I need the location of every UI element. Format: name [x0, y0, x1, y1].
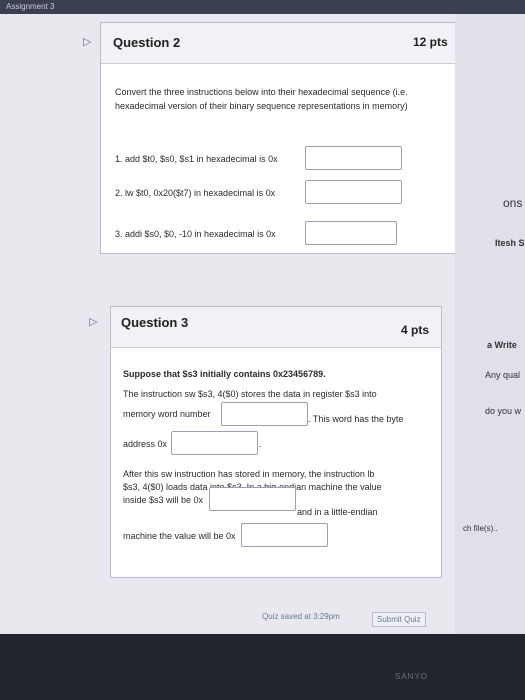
question-3-para-2c: inside $s3 will be 0x — [123, 495, 204, 505]
answer-input-2[interactable] — [305, 180, 402, 204]
right-text-1: ons — [503, 196, 523, 210]
right-text-4: Any qual — [485, 370, 521, 380]
brand-logo: SANYO — [395, 672, 429, 681]
question-3-para-2a: After this sw instruction has stored in … — [123, 469, 375, 479]
question-3-header: ▷ Question 3 4 pts — [89, 307, 441, 348]
question-3-points: 4 pts — [401, 323, 430, 337]
right-text-5: do you w — [485, 406, 522, 416]
breadcrumb[interactable]: Assignment 3 — [6, 0, 54, 14]
little-endian-value-input[interactable] — [241, 523, 328, 547]
memory-word-number-input[interactable] — [221, 402, 308, 426]
question-3-title: Question 3 — [121, 315, 189, 330]
submit-quiz-button[interactable]: Submit Quiz — [372, 612, 426, 627]
question-3-para-2e: machine the value will be 0x — [123, 531, 236, 541]
browser-top-bar: Assignment 3 — [0, 0, 525, 14]
question-3-para-2d: and in a little-endian — [297, 507, 378, 517]
question-2-item-1: 1. add $t0, $s0, $s1 in hexadecimal is 0… — [115, 154, 278, 164]
question-2-card: ▷ Question 2 12 pts Convert the three in… — [83, 22, 462, 254]
big-endian-value-input[interactable] — [209, 487, 296, 511]
question-2-prompt: Convert the three instructions below int… — [115, 87, 408, 111]
question-3-line-3a: memory word number — [123, 409, 211, 419]
right-text-2: Itesh S. — [495, 238, 525, 248]
right-text-6: ch file(s).. — [463, 524, 498, 533]
question-3-line-4: address 0x — [123, 439, 168, 449]
byte-address-input[interactable] — [171, 431, 258, 455]
question-2-title: Question 2 — [113, 35, 181, 50]
question-3-line-2: The instruction sw $s3, 4($0) stores the… — [123, 389, 377, 399]
question-2-item-3: 3. addi $s0, $0, -10 in hexadecimal is 0… — [115, 229, 276, 239]
question-3-card: ▷ Question 3 4 pts Suppose that $s3 init… — [89, 306, 442, 578]
right-side-panel: ons Itesh S. a Write Any qual do you w c… — [455, 14, 525, 643]
question-3-line-3b: . This word has the byte — [308, 414, 404, 424]
flag-icon[interactable]: ▷ — [89, 315, 97, 328]
right-text-3: a Write — [487, 340, 517, 350]
answer-input-1[interactable] — [305, 146, 402, 170]
quiz-page: ▷ Question 2 12 pts Convert the three in… — [0, 14, 462, 634]
question-2-points: 12 pts — [413, 35, 448, 49]
question-2-item-2: 2. lw $t0, 0x20($t7) in hexadecimal is 0… — [115, 188, 276, 198]
monitor-bezel: SANYO — [0, 634, 525, 700]
flag-icon[interactable]: ▷ — [83, 35, 91, 48]
question-2-header: ▷ Question 2 12 pts — [83, 23, 461, 64]
question-3-line-1: Suppose that $s3 initially contains 0x23… — [123, 369, 326, 379]
answer-input-3[interactable] — [305, 221, 397, 245]
period: . — [259, 439, 262, 449]
quiz-saved-status: Quiz saved at 3:29pm — [262, 612, 340, 621]
